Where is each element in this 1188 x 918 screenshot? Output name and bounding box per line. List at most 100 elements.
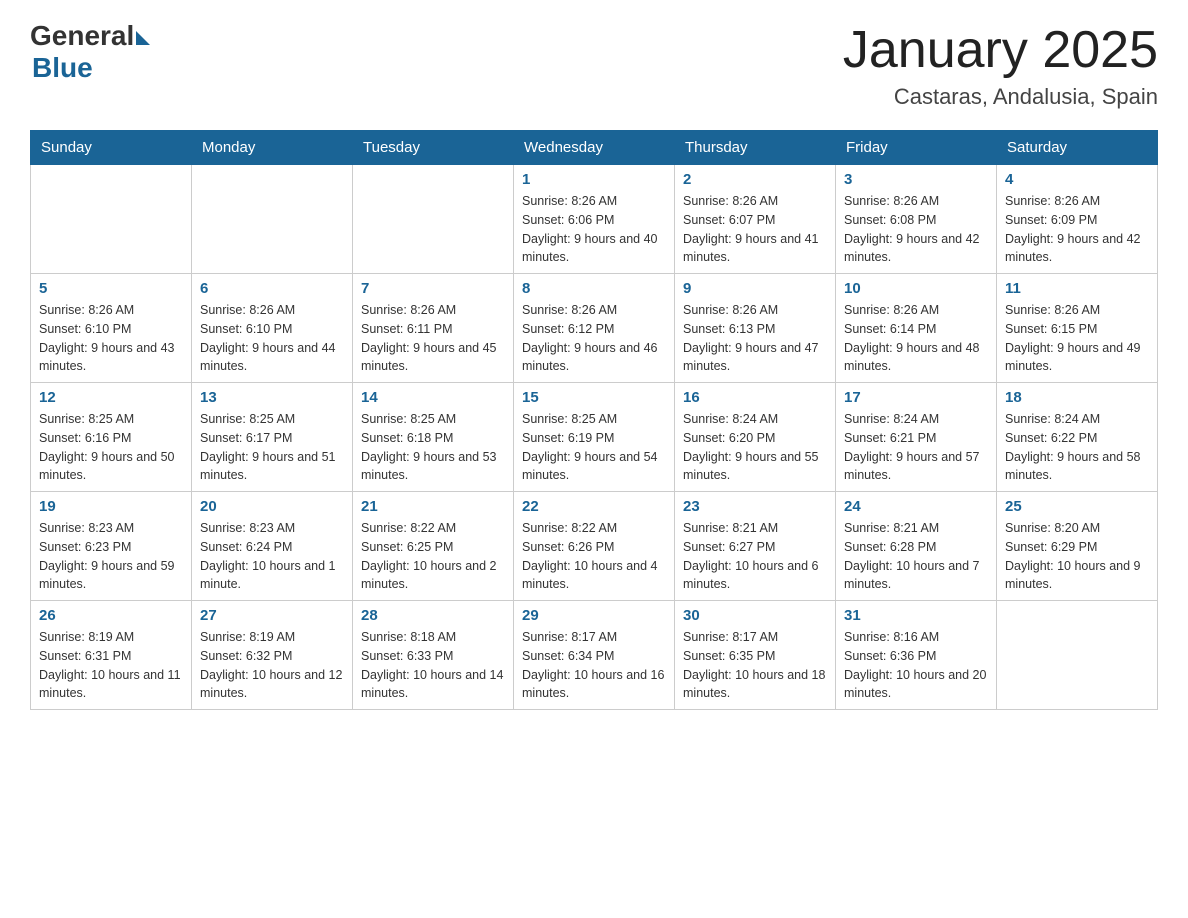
day-number: 18 [1005,389,1149,406]
day-number: 19 [39,498,183,515]
subtitle: Castaras, Andalusia, Spain [843,84,1158,110]
day-info: Sunrise: 8:23 AM Sunset: 6:24 PM Dayligh… [200,519,344,594]
day-number: 14 [361,389,505,406]
page-header: General Blue January 2025 Castaras, Anda… [30,20,1158,110]
day-number: 8 [522,280,666,297]
calendar-cell [353,165,514,274]
day-number: 7 [361,280,505,297]
day-number: 27 [200,607,344,624]
day-info: Sunrise: 8:20 AM Sunset: 6:29 PM Dayligh… [1005,519,1149,594]
calendar-table: SundayMondayTuesdayWednesdayThursdayFrid… [30,130,1158,710]
calendar-cell: 13Sunrise: 8:25 AM Sunset: 6:17 PM Dayli… [192,383,353,492]
calendar-week-row: 19 Sunrise: 8:23 AM Sunset: 6:23 PM Dayli… [31,492,1158,601]
day-number: 24 [844,498,988,515]
calendar-cell: 19 Sunrise: 8:23 AM Sunset: 6:23 PM Dayli… [31,492,192,601]
day-info: Sunrise: 8:26 AM Sunset: 6:08 PM Dayligh… [844,192,988,267]
day-info: Sunrise: 8:21 AM Sunset: 6:27 PM Dayligh… [683,519,827,594]
logo-arrow-icon [136,31,150,45]
calendar-cell: 26 Sunrise: 8:19 AM Sunset: 6:31 PM Dayli… [31,601,192,710]
day-info: Sunrise: 8:26 AM Sunset: 6:12 PM Dayligh… [522,301,666,376]
day-info: Sunrise: 8:26 AM Sunset: 6:10 PM Dayligh… [39,301,183,376]
calendar-cell: 22Sunrise: 8:22 AM Sunset: 6:26 PM Dayli… [514,492,675,601]
day-info: Sunrise: 8:22 AM Sunset: 6:26 PM Dayligh… [522,519,666,594]
calendar-cell: 29 Sunrise: 8:17 AM Sunset: 6:34 PM Dayli… [514,601,675,710]
logo-blue-text: Blue [32,52,93,84]
day-number: 11 [1005,280,1149,297]
day-number: 5 [39,280,183,297]
calendar-day-header: Friday [836,131,997,165]
title-section: January 2025 Castaras, Andalusia, Spain [843,20,1158,110]
calendar-cell: 24 Sunrise: 8:21 AM Sunset: 6:28 PM Dayli… [836,492,997,601]
day-info: Sunrise: 8:25 AM Sunset: 6:16 PM Dayligh… [39,410,183,485]
calendar-week-row: 12Sunrise: 8:25 AM Sunset: 6:16 PM Dayli… [31,383,1158,492]
calendar-week-row: 1 Sunrise: 8:26 AM Sunset: 6:06 PM Daylig… [31,165,1158,274]
day-number: 9 [683,280,827,297]
calendar-cell: 20 Sunrise: 8:23 AM Sunset: 6:24 PM Dayli… [192,492,353,601]
day-number: 29 [522,607,666,624]
logo: General Blue [30,20,150,84]
calendar-cell [192,165,353,274]
calendar-cell: 7 Sunrise: 8:26 AM Sunset: 6:11 PM Daylig… [353,274,514,383]
calendar-cell: 23 Sunrise: 8:21 AM Sunset: 6:27 PM Dayli… [675,492,836,601]
day-info: Sunrise: 8:26 AM Sunset: 6:06 PM Dayligh… [522,192,666,267]
calendar-cell: 4 Sunrise: 8:26 AM Sunset: 6:09 PM Daylig… [997,165,1158,274]
day-number: 17 [844,389,988,406]
day-number: 4 [1005,171,1149,188]
calendar-day-header: Tuesday [353,131,514,165]
day-info: Sunrise: 8:24 AM Sunset: 6:20 PM Dayligh… [683,410,827,485]
calendar-day-header: Wednesday [514,131,675,165]
calendar-cell: 9 Sunrise: 8:26 AM Sunset: 6:13 PM Daylig… [675,274,836,383]
calendar-cell: 10Sunrise: 8:26 AM Sunset: 6:14 PM Dayli… [836,274,997,383]
day-info: Sunrise: 8:24 AM Sunset: 6:21 PM Dayligh… [844,410,988,485]
day-info: Sunrise: 8:23 AM Sunset: 6:23 PM Dayligh… [39,519,183,594]
day-info: Sunrise: 8:26 AM Sunset: 6:10 PM Dayligh… [200,301,344,376]
day-number: 23 [683,498,827,515]
calendar-cell: 3 Sunrise: 8:26 AM Sunset: 6:08 PM Daylig… [836,165,997,274]
day-number: 2 [683,171,827,188]
calendar-cell: 11Sunrise: 8:26 AM Sunset: 6:15 PM Dayli… [997,274,1158,383]
day-number: 15 [522,389,666,406]
calendar-cell: 31Sunrise: 8:16 AM Sunset: 6:36 PM Dayli… [836,601,997,710]
day-number: 13 [200,389,344,406]
day-number: 3 [844,171,988,188]
day-number: 6 [200,280,344,297]
day-info: Sunrise: 8:25 AM Sunset: 6:18 PM Dayligh… [361,410,505,485]
day-number: 21 [361,498,505,515]
day-info: Sunrise: 8:25 AM Sunset: 6:19 PM Dayligh… [522,410,666,485]
day-info: Sunrise: 8:19 AM Sunset: 6:31 PM Dayligh… [39,628,183,703]
calendar-cell: 17 Sunrise: 8:24 AM Sunset: 6:21 PM Dayli… [836,383,997,492]
calendar-day-header: Saturday [997,131,1158,165]
calendar-cell: 18 Sunrise: 8:24 AM Sunset: 6:22 PM Dayli… [997,383,1158,492]
calendar-cell: 28 Sunrise: 8:18 AM Sunset: 6:33 PM Dayli… [353,601,514,710]
day-number: 31 [844,607,988,624]
day-number: 30 [683,607,827,624]
day-info: Sunrise: 8:26 AM Sunset: 6:11 PM Dayligh… [361,301,505,376]
day-info: Sunrise: 8:18 AM Sunset: 6:33 PM Dayligh… [361,628,505,703]
day-info: Sunrise: 8:17 AM Sunset: 6:34 PM Dayligh… [522,628,666,703]
day-info: Sunrise: 8:26 AM Sunset: 6:13 PM Dayligh… [683,301,827,376]
day-info: Sunrise: 8:21 AM Sunset: 6:28 PM Dayligh… [844,519,988,594]
calendar-cell: 8 Sunrise: 8:26 AM Sunset: 6:12 PM Daylig… [514,274,675,383]
calendar-cell: 30Sunrise: 8:17 AM Sunset: 6:35 PM Dayli… [675,601,836,710]
calendar-cell [31,165,192,274]
calendar-cell: 27 Sunrise: 8:19 AM Sunset: 6:32 PM Dayli… [192,601,353,710]
day-number: 20 [200,498,344,515]
calendar-cell: 6 Sunrise: 8:26 AM Sunset: 6:10 PM Daylig… [192,274,353,383]
day-info: Sunrise: 8:24 AM Sunset: 6:22 PM Dayligh… [1005,410,1149,485]
day-number: 1 [522,171,666,188]
calendar-cell: 21Sunrise: 8:22 AM Sunset: 6:25 PM Dayli… [353,492,514,601]
day-info: Sunrise: 8:26 AM Sunset: 6:07 PM Dayligh… [683,192,827,267]
logo-general-text: General [30,20,134,52]
day-info: Sunrise: 8:26 AM Sunset: 6:14 PM Dayligh… [844,301,988,376]
calendar-cell: 16Sunrise: 8:24 AM Sunset: 6:20 PM Dayli… [675,383,836,492]
page-title: January 2025 [843,20,1158,80]
calendar-day-header: Sunday [31,131,192,165]
day-number: 26 [39,607,183,624]
day-info: Sunrise: 8:19 AM Sunset: 6:32 PM Dayligh… [200,628,344,703]
calendar-cell: 1 Sunrise: 8:26 AM Sunset: 6:06 PM Daylig… [514,165,675,274]
calendar-cell [997,601,1158,710]
calendar-week-row: 5 Sunrise: 8:26 AM Sunset: 6:10 PM Daylig… [31,274,1158,383]
day-info: Sunrise: 8:26 AM Sunset: 6:09 PM Dayligh… [1005,192,1149,267]
day-number: 28 [361,607,505,624]
calendar-cell: 15 Sunrise: 8:25 AM Sunset: 6:19 PM Dayli… [514,383,675,492]
